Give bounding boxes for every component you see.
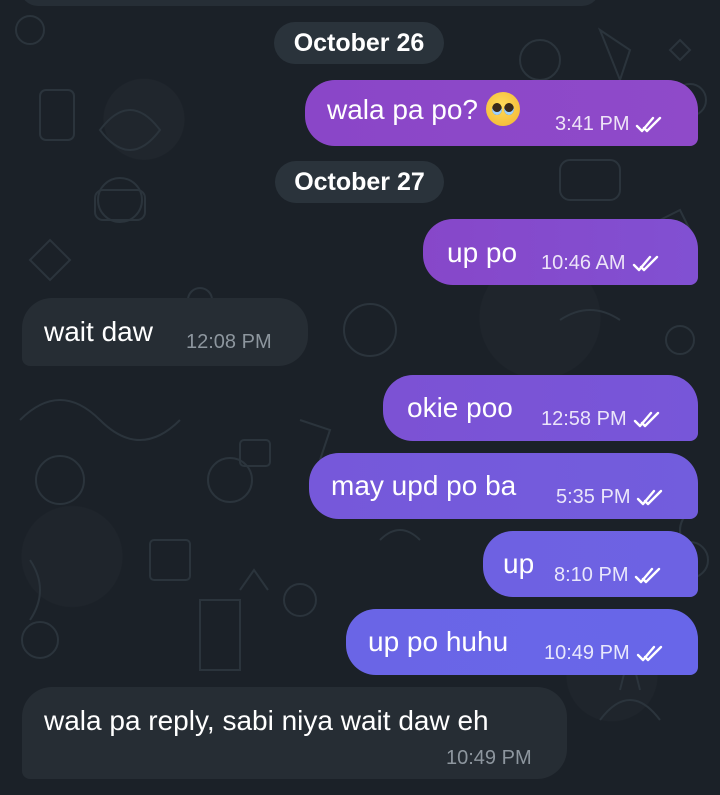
message-time: 10:49 PM bbox=[446, 747, 532, 769]
double-check-icon bbox=[632, 255, 664, 273]
message-meta: 10:46 AM bbox=[541, 252, 664, 275]
message-time: 5:35 PM bbox=[556, 486, 631, 508]
double-check-icon bbox=[635, 116, 667, 134]
outgoing-message[interactable]: wala pa po? 3:41 PM bbox=[305, 80, 698, 146]
previous-message-edge bbox=[20, 0, 600, 6]
message-text: wait daw bbox=[44, 316, 153, 347]
message-meta: 10:49 PM bbox=[446, 747, 532, 770]
message-text: up po huhu bbox=[368, 626, 509, 657]
message-text: up bbox=[503, 548, 535, 579]
message-time: 12:08 PM bbox=[186, 331, 272, 353]
outgoing-message[interactable]: may upd po ba 5:35 PM bbox=[309, 453, 698, 519]
message-meta: 8:10 PM bbox=[554, 564, 666, 587]
outgoing-message[interactable]: up po 10:46 AM bbox=[423, 219, 698, 285]
message-meta: 3:41 PM bbox=[555, 113, 667, 136]
message-time: 10:49 PM bbox=[544, 642, 630, 664]
message-meta: 12:08 PM bbox=[186, 331, 272, 354]
message-time: 12:58 PM bbox=[541, 408, 627, 430]
message-time: 10:46 AM bbox=[541, 252, 626, 274]
message-time: 8:10 PM bbox=[554, 564, 629, 586]
message-meta: 10:49 PM bbox=[544, 642, 668, 665]
double-check-icon bbox=[636, 489, 668, 507]
double-check-icon bbox=[636, 645, 668, 663]
message-time: 3:41 PM bbox=[555, 113, 630, 135]
pleading-face-emoji bbox=[486, 91, 521, 126]
message-text: okie poo bbox=[407, 392, 513, 423]
message-meta: 12:58 PM bbox=[541, 408, 665, 431]
incoming-message[interactable]: wait daw 12:08 PM bbox=[22, 298, 308, 366]
message-text: up po bbox=[447, 237, 518, 268]
double-check-icon bbox=[634, 567, 666, 585]
outgoing-message[interactable]: up 8:10 PM bbox=[483, 531, 698, 597]
incoming-message[interactable]: wala pa reply, sabi niya wait daw eh 10:… bbox=[22, 687, 567, 779]
outgoing-message[interactable]: okie poo 12:58 PM bbox=[383, 375, 698, 441]
date-chip: October 27 bbox=[275, 161, 444, 203]
double-check-icon bbox=[633, 411, 665, 429]
message-text: may upd po ba bbox=[331, 470, 517, 501]
outgoing-message[interactable]: up po huhu 10:49 PM bbox=[346, 609, 698, 675]
message-text: wala pa reply, sabi niya wait daw eh bbox=[44, 705, 489, 736]
date-chip: October 26 bbox=[274, 22, 444, 64]
message-meta: 5:35 PM bbox=[556, 486, 668, 509]
message-text: wala pa po? bbox=[327, 94, 479, 125]
